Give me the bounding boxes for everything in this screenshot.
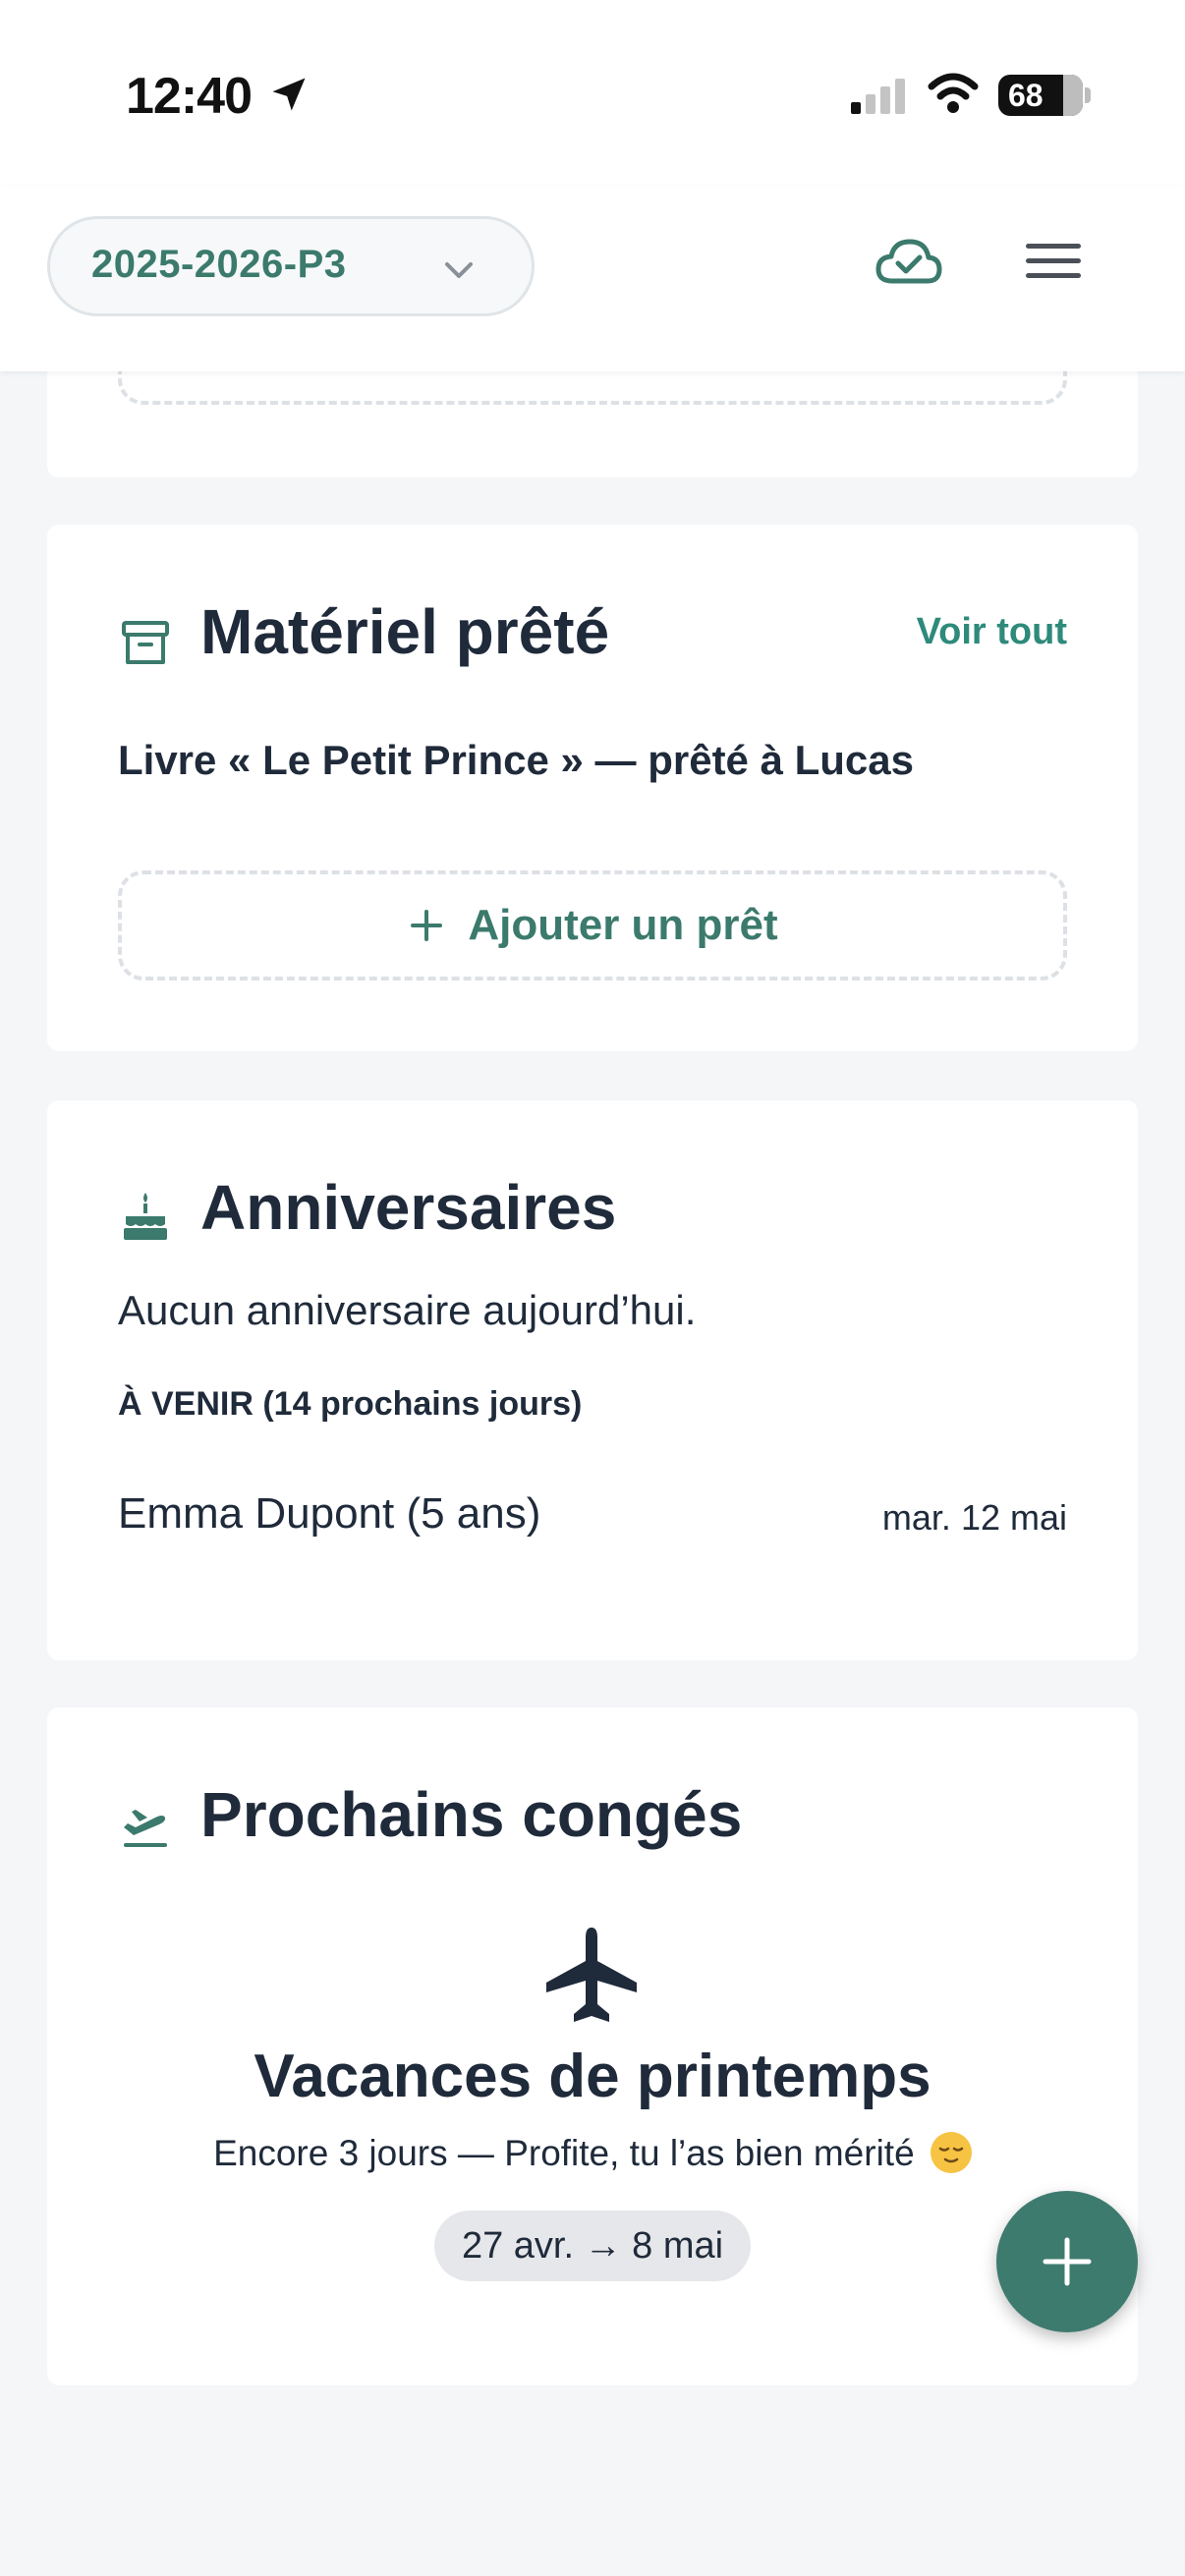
- cake-icon: [124, 1193, 167, 1240]
- upcoming-heading: À VENIR (14 prochains jours): [118, 1385, 583, 1423]
- birthday-name: Emma Dupont (5 ans): [118, 1489, 541, 1538]
- battery-cap: [1085, 87, 1091, 103]
- conges-card: Prochains congés Vacances de printemps E…: [47, 1708, 1138, 2385]
- add-fab-button[interactable]: [996, 2191, 1138, 2332]
- conges-title: Prochains congés: [200, 1779, 743, 1850]
- loan-item[interactable]: Livre « Le Petit Prince » — prêté à Luca…: [118, 737, 914, 784]
- status-bar: 12:40 68: [0, 0, 1185, 187]
- relieved-face-emoji: [930, 2132, 972, 2173]
- period-select[interactable]: 2025-2026-P3: [47, 216, 535, 316]
- vacation-message: Encore 3 jours — Profite, tu l’as bien m…: [213, 2133, 915, 2173]
- vacation-name: Vacances de printemps: [254, 2043, 931, 2110]
- hamburger-menu-icon[interactable]: [1024, 238, 1083, 285]
- cloud-check-icon[interactable]: [875, 236, 943, 291]
- anniversaires-card: Anniversaires Aucun anniversaire aujourd…: [47, 1100, 1138, 1660]
- status-time: 12:40: [126, 68, 253, 125]
- chevron-down-icon: [445, 262, 473, 278]
- materiel-card: Matériel prêté Voir tout Livre « Le Peti…: [47, 525, 1138, 1051]
- birthday-date: mar. 12 mai: [881, 1497, 1067, 1538]
- archive-box-icon: [122, 621, 169, 664]
- add-loan-label: Ajouter un prêt: [468, 901, 778, 949]
- airplane-icon: [546, 1928, 637, 2022]
- see-all-link[interactable]: Voir tout: [917, 611, 1067, 653]
- wifi-icon: [928, 73, 979, 113]
- no-birthday-text: Aucun anniversaire aujourd’hui.: [118, 1287, 697, 1333]
- plus-icon: [411, 910, 443, 941]
- signal-icon: [851, 79, 905, 114]
- plane-departure-icon: [124, 1810, 167, 1847]
- app-header: 2025-2026-P3: [0, 187, 1185, 371]
- location-arrow-icon: [272, 78, 306, 111]
- add-loan-button[interactable]: Ajouter un prêt: [118, 870, 1067, 980]
- battery-level: 68: [1008, 78, 1044, 113]
- vacation-message-row: Encore 3 jours — Profite, tu l’as bien m…: [47, 2132, 1138, 2174]
- materiel-title: Matériel prêté: [200, 596, 610, 667]
- date-range-pill: 27 avr. → 8 mai: [434, 2211, 751, 2281]
- anniversaires-title: Anniversaires: [200, 1172, 617, 1243]
- plus-icon: [1043, 2237, 1092, 2286]
- battery-icon: 68: [998, 75, 1083, 116]
- period-label: 2025-2026-P3: [91, 243, 347, 286]
